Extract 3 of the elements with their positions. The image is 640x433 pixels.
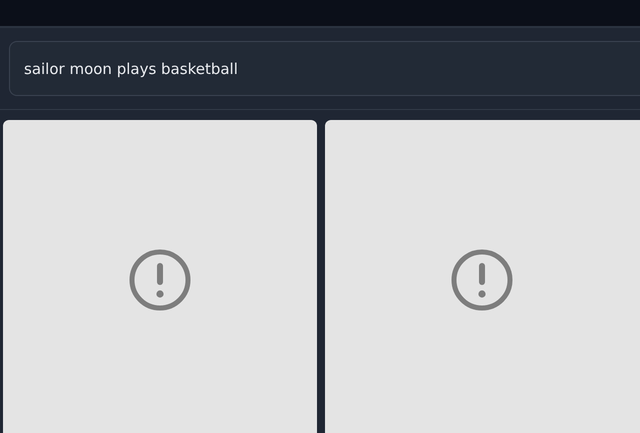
- prompt-field[interactable]: sailor moon plays basketball: [9, 41, 640, 96]
- error-icon: [128, 248, 192, 312]
- error-icon: [450, 248, 514, 312]
